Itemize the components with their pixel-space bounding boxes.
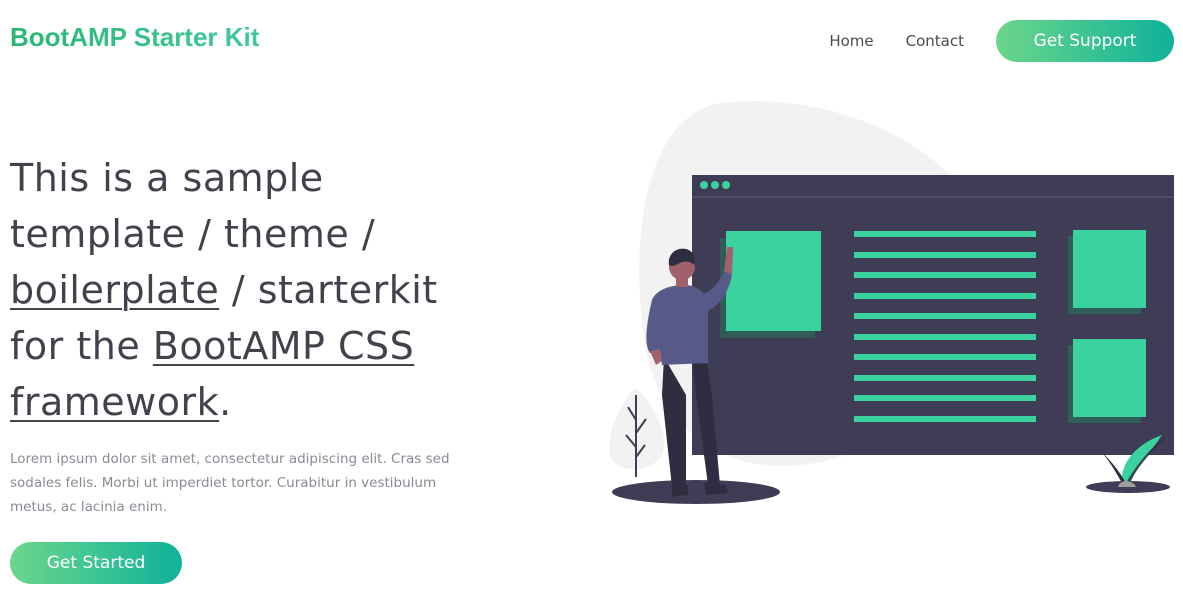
hero-title: This is a sample template / theme / boil…	[10, 150, 490, 430]
hero-title-text-1: This is a sample template / theme /	[10, 156, 376, 256]
window-dot-icon	[700, 181, 708, 189]
window-dot-icon	[722, 181, 730, 189]
brand-logo-link[interactable]: BootAMP Starter Kit	[10, 20, 259, 54]
nav-link-contact[interactable]: Contact	[906, 32, 964, 50]
person-at-browser-window-illustration	[609, 101, 1174, 504]
main-nav: Home Contact Get Support	[829, 20, 1174, 62]
hero-description: Lorem ipsum dolor sit amet, consectetur …	[10, 451, 450, 515]
boilerplate-link[interactable]: boilerplate	[10, 268, 219, 312]
get-started-button[interactable]: Get Started	[10, 542, 182, 584]
get-support-button[interactable]: Get Support	[996, 20, 1174, 62]
browser-window-graphic	[692, 175, 1174, 455]
floor-shadow	[612, 480, 780, 504]
window-dot-icon	[711, 181, 719, 189]
plant-left-graphic	[609, 387, 665, 477]
hero-title-end: .	[219, 380, 232, 424]
nav-link-home[interactable]: Home	[829, 32, 873, 50]
